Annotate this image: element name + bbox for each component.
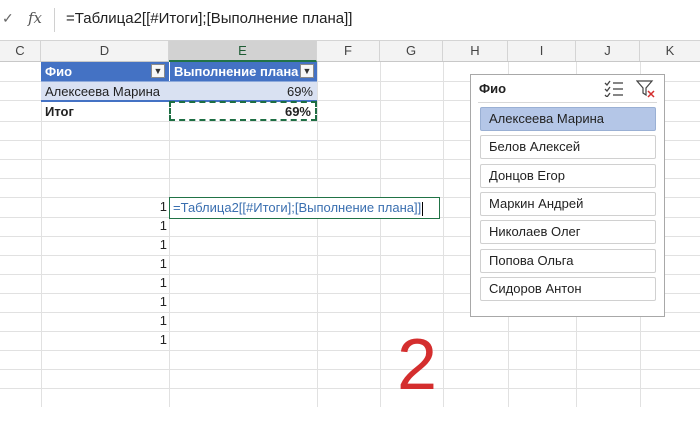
column-header-g[interactable]: G [380, 41, 443, 61]
column-header-k[interactable]: K [640, 41, 700, 61]
slicer-title: Фио [479, 81, 507, 96]
column-header-d[interactable]: D [41, 41, 169, 61]
grid-line [443, 62, 444, 407]
grid-line [380, 62, 381, 407]
text-caret [422, 201, 424, 216]
slicer-panel[interactable]: Фио Алексеева Марина Белов Алексей Донцо… [470, 74, 665, 317]
number-cell[interactable]: 1 [120, 293, 167, 311]
number-cell[interactable]: 1 [120, 236, 167, 254]
total-row-label[interactable]: Итог [41, 100, 169, 121]
grid-line [317, 62, 318, 407]
number-cell[interactable]: 1 [120, 255, 167, 273]
filter-applied-icon[interactable]: ▼ [151, 64, 165, 78]
step-number-overlay: 2 [397, 325, 438, 405]
column-header-j[interactable]: J [576, 41, 640, 61]
column-header-i[interactable]: I [508, 41, 576, 61]
slicer-item[interactable]: Донцов Егор [480, 164, 656, 188]
column-header-h[interactable]: H [443, 41, 508, 61]
table-header-plan-label: Выполнение плана [174, 64, 299, 79]
formula-input[interactable]: =Таблица2[[#Итоги];[Выполнение плана]] [66, 10, 352, 27]
grid-line [0, 350, 700, 351]
formula-bar: ✓ fx =Таблица2[[#Итоги];[Выполнение план… [0, 0, 700, 41]
slicer-item[interactable]: Белов Алексей [480, 135, 656, 159]
number-cell[interactable]: 1 [120, 312, 167, 330]
slicer-item[interactable]: Николаев Олег [480, 220, 656, 244]
clear-filter-icon[interactable] [635, 79, 656, 99]
active-cell-formula: =Таблица2[[#Итоги];[Выполнение плана]] [173, 200, 422, 215]
copy-marquee [169, 101, 317, 121]
column-header-row: C D E F G H I J K [0, 41, 700, 62]
table-cell-name[interactable]: Алексеева Марина [41, 81, 169, 100]
column-header-f[interactable]: F [317, 41, 380, 61]
number-cell[interactable]: 1 [120, 331, 167, 349]
table-header-fio-label: Фио [45, 64, 73, 79]
table-header-plan[interactable]: Выполнение плана ▼ [169, 62, 317, 81]
slicer-item[interactable]: Маркин Андрей [480, 192, 656, 216]
insert-function-button[interactable]: fx [28, 9, 42, 27]
number-cell[interactable]: 1 [120, 217, 167, 235]
grid-line [0, 331, 700, 332]
grid-line [0, 369, 700, 370]
column-header-e[interactable]: E [169, 41, 317, 62]
number-cell[interactable]: 1 [120, 198, 167, 216]
active-cell-editor[interactable]: =Таблица2[[#Итоги];[Выполнение плана]] [169, 197, 440, 219]
number-cell[interactable]: 1 [120, 274, 167, 292]
check-mark-icon[interactable]: ✓ [2, 10, 14, 27]
grid-line [0, 388, 700, 389]
slicer-item[interactable]: Попова Ольга [480, 249, 656, 273]
multi-select-icon[interactable] [604, 79, 624, 98]
column-header-c[interactable]: C [0, 41, 41, 61]
filter-dropdown-icon[interactable]: ▼ [300, 64, 314, 78]
slicer-item[interactable]: Сидоров Антон [480, 277, 656, 301]
formula-bar-separator [54, 8, 55, 32]
table-cell-value[interactable]: 69% [169, 81, 317, 100]
table-header-fio[interactable]: Фио ▼ [41, 62, 169, 81]
slicer-item[interactable]: Алексеева Марина [480, 107, 656, 131]
slicer-divider [478, 102, 657, 103]
